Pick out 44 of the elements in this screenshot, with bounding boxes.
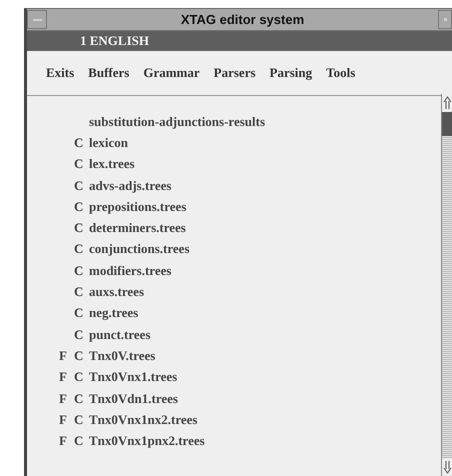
flag-letter: C bbox=[74, 433, 84, 450]
menu-item[interactable]: Buffers bbox=[88, 65, 130, 81]
file-item[interactable]: conjunctions.trees bbox=[89, 241, 190, 258]
file-item[interactable]: Tnx0Vnx1pnx2.trees bbox=[89, 433, 205, 450]
file-item[interactable]: modifiers.trees bbox=[89, 262, 172, 279]
menu-item[interactable]: Grammar bbox=[143, 65, 200, 81]
flag-letter: C bbox=[74, 348, 84, 364]
flag-letter: C bbox=[74, 220, 84, 236]
flag-letter: F bbox=[59, 348, 68, 364]
file-item[interactable]: advs-adjs.trees bbox=[89, 178, 172, 194]
flag-letter: C bbox=[74, 156, 84, 172]
menu-item[interactable]: Parsing bbox=[270, 65, 312, 81]
flag-letter: C bbox=[74, 326, 84, 343]
flag-letter: F bbox=[59, 369, 68, 386]
flag-letter: C bbox=[74, 198, 84, 215]
buffer-label: 1 ENGLISH bbox=[80, 33, 149, 49]
menu-item[interactable]: Exits bbox=[46, 65, 74, 81]
file-item[interactable]: Tnx0Vnx1nx2.trees bbox=[89, 412, 198, 428]
menu-item[interactable]: Parsers bbox=[214, 65, 256, 81]
file-item[interactable]: lexicon bbox=[89, 134, 128, 151]
file-item[interactable]: Tnx0Vdn1.trees bbox=[89, 390, 178, 406]
file-item[interactable]: lex.trees bbox=[89, 156, 135, 172]
file-item[interactable]: prepositions.trees bbox=[89, 198, 186, 215]
flag-letter: C bbox=[74, 284, 84, 300]
file-item[interactable]: substitution-adjunctions-results bbox=[89, 114, 266, 130]
flag-letter: C bbox=[74, 305, 84, 322]
file-item[interactable]: punct.trees bbox=[89, 326, 151, 343]
flag-letter: C bbox=[74, 412, 84, 428]
file-item[interactable]: Tnx0V.trees bbox=[89, 348, 156, 364]
flag-letter: C bbox=[74, 241, 84, 258]
flag-letter: F bbox=[59, 390, 68, 406]
file-item[interactable]: Tnx0Vnx1.trees bbox=[89, 369, 178, 386]
file-item[interactable]: neg.trees bbox=[89, 305, 138, 322]
flag-letter: C bbox=[74, 369, 84, 386]
flag-letter: C bbox=[74, 178, 84, 194]
flag-letter: F bbox=[59, 433, 68, 450]
menu-item[interactable]: Tools bbox=[326, 65, 356, 81]
window-title: XTAG editor system bbox=[180, 12, 306, 27]
flag-letter: C bbox=[74, 134, 84, 151]
flag-letter: C bbox=[74, 390, 84, 406]
file-item[interactable]: auxs.trees bbox=[89, 284, 144, 300]
file-item[interactable]: determiners.trees bbox=[89, 220, 186, 236]
flag-letter: F bbox=[59, 412, 68, 428]
flag-letter: C bbox=[74, 262, 84, 279]
